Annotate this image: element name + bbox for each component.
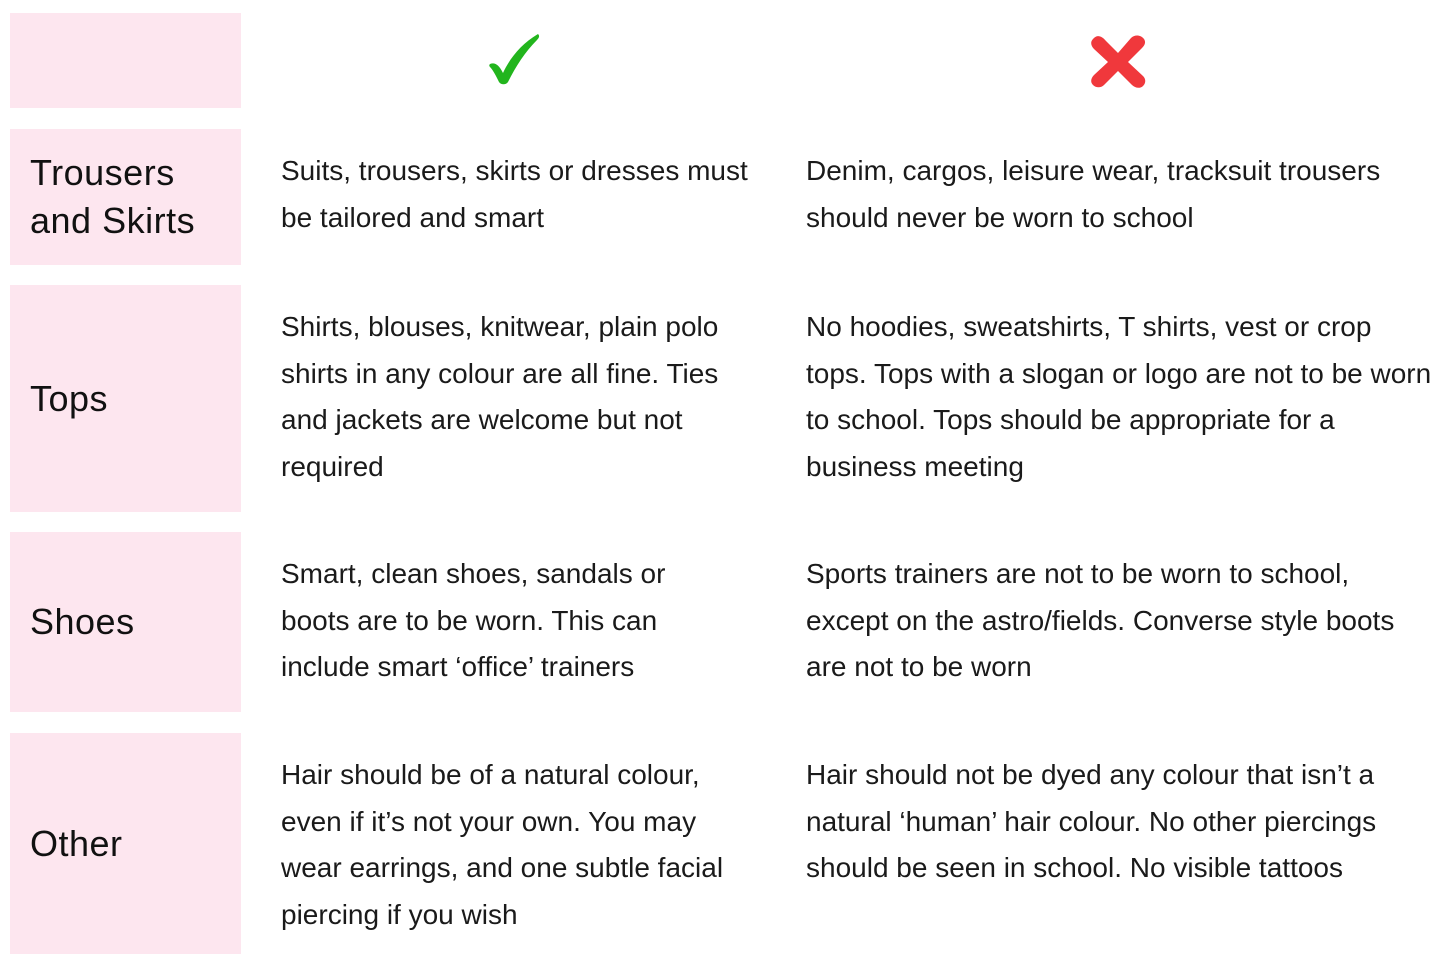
row-label-tops: Tops [10, 285, 241, 512]
row-do-text-trousers: Suits, trousers, skirts or dresses must … [281, 155, 748, 233]
row-label-shoes: Shoes [10, 532, 241, 712]
cross-mark-icon [1091, 35, 1146, 88]
header-empty-cell [10, 13, 241, 108]
check-mark-icon [489, 34, 540, 85]
row-do-text-tops: Shirts, blouses, knitwear, plain polo sh… [281, 311, 719, 482]
row-dont-text-other: Hair should not be dyed any colour that … [806, 759, 1377, 883]
row-do-text-shoes: Smart, clean shoes, sandals or boots are… [281, 558, 666, 682]
row-dont-text-tops: No hoodies, sweatshirts, T shirts, vest … [806, 311, 1432, 482]
row-dont-text-trousers: Denim, cargos, leisure wear, tracksuit t… [806, 155, 1381, 233]
row-dont-text-shoes: Sports trainers are not to be worn to sc… [806, 558, 1395, 682]
row-label-other: Other [10, 733, 241, 954]
row-do-text-other: Hair should be of a natural colour, even… [281, 759, 724, 930]
row-label-trousers-and-skirts: Trousers and Skirts [10, 129, 241, 265]
